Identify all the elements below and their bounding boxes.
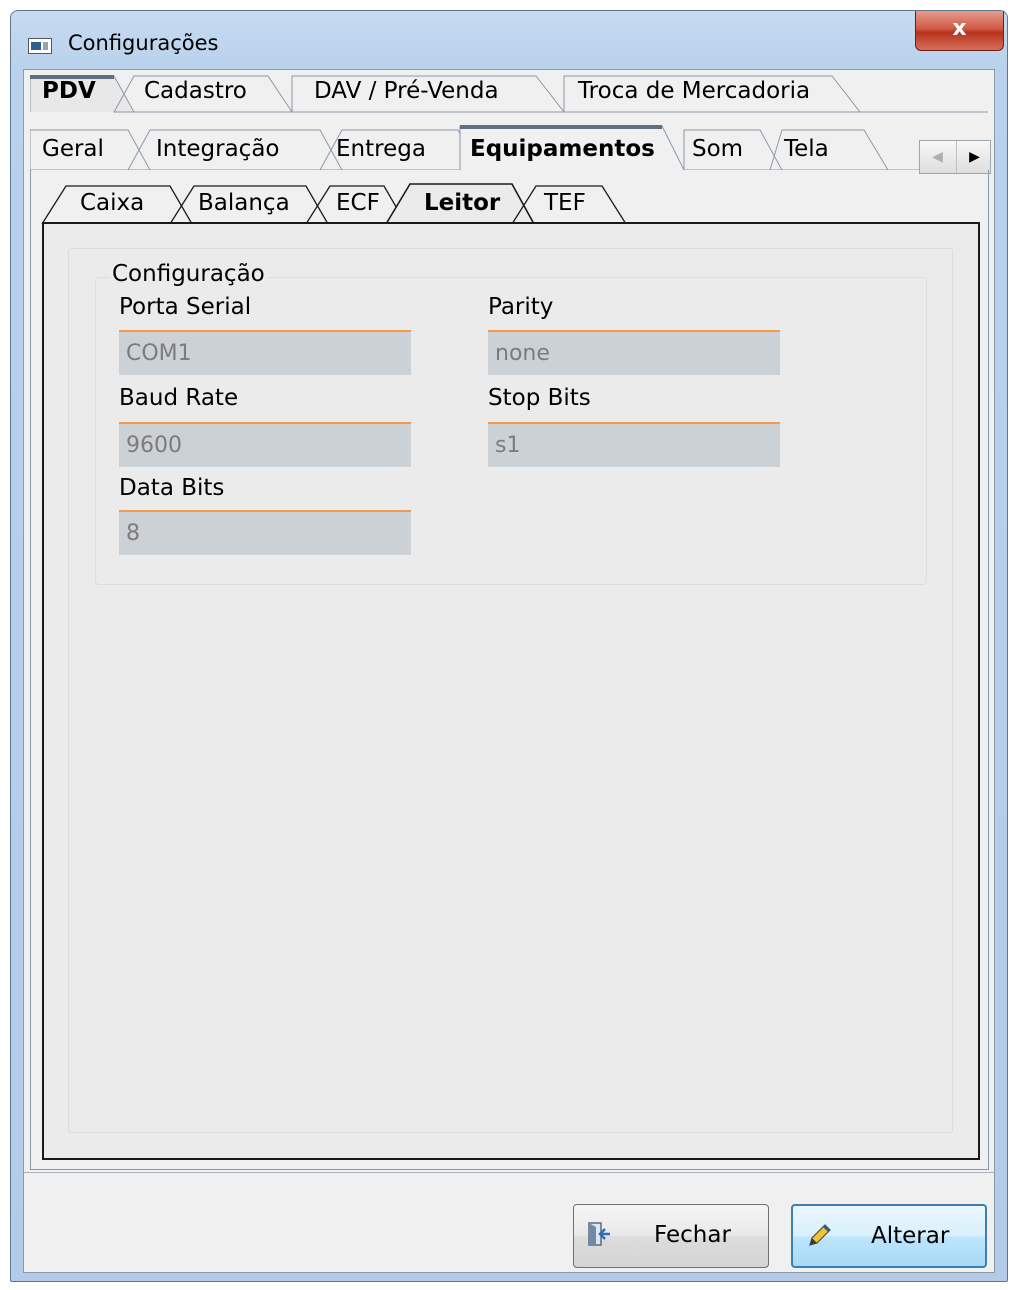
arrow-right-icon[interactable]: ▶ bbox=[956, 141, 992, 173]
close-window-button[interactable]: x bbox=[915, 11, 1004, 51]
data-bits-label: Data Bits bbox=[119, 475, 225, 501]
parity-label: Parity bbox=[488, 294, 554, 320]
baud-rate-field[interactable]: 9600 bbox=[119, 422, 411, 467]
tab-caixa-label: Caixa bbox=[80, 190, 145, 216]
tab-caixa[interactable]: Caixa bbox=[68, 182, 172, 222]
tab-ecf-label: ECF bbox=[336, 190, 380, 216]
tab-entrega-label: Entrega bbox=[336, 136, 426, 162]
configuracao-group-title: Configuração bbox=[110, 261, 267, 287]
stop-bits-label: Stop Bits bbox=[488, 385, 591, 411]
leitor-content-box: Configuração Porta Serial COM1 Baud Rate… bbox=[68, 248, 953, 1133]
tab-pdv[interactable]: PDV bbox=[30, 70, 114, 110]
tab-geral[interactable]: Geral bbox=[30, 128, 128, 168]
tab-troca-de-mercadoria-label: Troca de Mercadoria bbox=[578, 78, 811, 104]
alterar-label: Alterar bbox=[871, 1223, 950, 1249]
tab-tef[interactable]: TEF bbox=[532, 182, 612, 222]
tab-entrega[interactable]: Entrega bbox=[324, 128, 454, 168]
tab-integracao-label: Integração bbox=[156, 136, 280, 162]
client-area: PDV Cadastro DAV / Pré-Venda Troca de Me… bbox=[23, 69, 995, 1273]
equipamentos-tab-row: Caixa Balança ECF Leitor TEF bbox=[34, 178, 974, 224]
parity-field[interactable]: none bbox=[488, 330, 780, 375]
tab-pdv-label: PDV bbox=[42, 78, 96, 104]
tab-equipamentos[interactable]: Equipamentos bbox=[458, 128, 668, 168]
porta-serial-field[interactable]: COM1 bbox=[119, 330, 411, 375]
footer-separator bbox=[24, 1172, 994, 1173]
main-tab-row: PDV Cadastro DAV / Pré-Venda Troca de Me… bbox=[30, 70, 990, 113]
tab-leitor[interactable]: Leitor bbox=[412, 182, 512, 222]
leitor-panel: Configuração Porta Serial COM1 Baud Rate… bbox=[42, 222, 980, 1160]
tab-balanca-label: Balança bbox=[198, 190, 290, 216]
tab-scroll-buttons: ◀ ▶ bbox=[919, 140, 991, 174]
title-bar[interactable]: Configurações x bbox=[11, 11, 1007, 69]
tab-cadastro[interactable]: Cadastro bbox=[132, 70, 272, 110]
window-app-icon bbox=[28, 38, 52, 54]
tab-som-label: Som bbox=[692, 136, 744, 162]
tab-tela[interactable]: Tela bbox=[772, 128, 852, 168]
tab-geral-label: Geral bbox=[42, 136, 104, 162]
arrow-left-icon[interactable]: ◀ bbox=[920, 141, 955, 173]
tab-tela-label: Tela bbox=[784, 136, 829, 162]
pdv-tab-row: Geral Integração Entrega Equipamentos So… bbox=[30, 124, 990, 170]
tab-balanca[interactable]: Balança bbox=[186, 182, 316, 222]
tab-cadastro-label: Cadastro bbox=[144, 78, 247, 104]
fechar-label: Fechar bbox=[654, 1222, 731, 1248]
tab-tef-label: TEF bbox=[544, 190, 586, 216]
pencil-icon bbox=[809, 1224, 831, 1246]
tab-ecf[interactable]: ECF bbox=[324, 182, 394, 222]
alterar-button[interactable]: Alterar bbox=[791, 1204, 987, 1268]
data-bits-field[interactable]: 8 bbox=[119, 510, 411, 555]
fechar-button[interactable]: Fechar bbox=[573, 1204, 769, 1268]
window-title: Configurações bbox=[68, 31, 219, 55]
stop-bits-field[interactable]: s1 bbox=[488, 422, 780, 467]
tab-troca-de-mercadoria[interactable]: Troca de Mercadoria bbox=[566, 70, 846, 110]
baud-rate-label: Baud Rate bbox=[119, 385, 239, 411]
tab-equipamentos-label: Equipamentos bbox=[470, 136, 655, 162]
configuracoes-window: Configurações x PDV Cadastro DAV / Pré-V… bbox=[10, 10, 1008, 1282]
tab-dav-pre-venda-label: DAV / Pré-Venda bbox=[314, 78, 499, 104]
tab-integracao[interactable]: Integração bbox=[144, 128, 314, 168]
tab-som[interactable]: Som bbox=[680, 128, 760, 168]
tab-leitor-label: Leitor bbox=[424, 190, 501, 216]
configuracao-groupbox: Configuração Porta Serial COM1 Baud Rate… bbox=[95, 261, 927, 585]
porta-serial-label: Porta Serial bbox=[119, 294, 252, 320]
tab-dav-pre-venda[interactable]: DAV / Pré-Venda bbox=[302, 70, 542, 110]
exit-door-icon bbox=[588, 1222, 610, 1246]
